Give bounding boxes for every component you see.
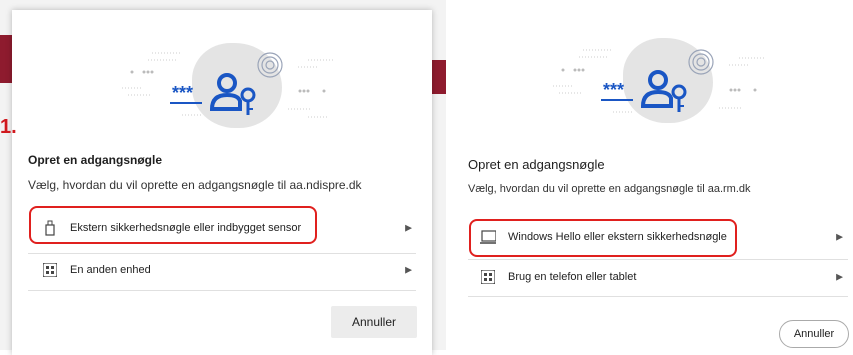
option-phone-or-tablet[interactable]: Brug en telefon eller tablet ▶ [480, 267, 843, 287]
qr-code-icon [42, 262, 58, 278]
step-number: 1. [0, 116, 17, 138]
passkey-dialog-left: *** Opret en adgangsnøgle Vælg, hvordan … [12, 10, 432, 355]
highlight-box [469, 219, 737, 257]
svg-text:***: *** [172, 83, 193, 103]
chevron-right-icon: ▶ [836, 271, 843, 282]
divider [28, 290, 416, 291]
passkey-dialog-right: *** Opret en adgangsnøgle Vælg, hvordan … [453, 0, 853, 350]
divider [468, 296, 848, 297]
chevron-right-icon: ▶ [405, 222, 412, 233]
chevron-right-icon: ▶ [405, 264, 412, 275]
passkey-illustration: *** [112, 35, 352, 135]
svg-text:***: *** [603, 80, 624, 100]
chevron-right-icon: ▶ [836, 231, 843, 242]
background-header-strip-right [432, 60, 446, 94]
cancel-button[interactable]: Annuller [779, 320, 849, 348]
passkey-illustration: *** [543, 30, 783, 130]
divider [28, 253, 416, 254]
highlight-box [29, 206, 317, 244]
dialog-subtitle: Vælg, hvordan du vil oprette en adgangsn… [468, 183, 751, 195]
option-label: Brug en telefon eller tablet [508, 271, 637, 283]
option-label: En anden enhed [70, 264, 151, 276]
dialog-title: Opret en adgangsnøgle [28, 153, 163, 167]
background-header-strip [0, 35, 12, 83]
option-other-device[interactable]: En anden enhed ▶ [42, 260, 412, 280]
qr-code-icon [480, 269, 496, 285]
cancel-button[interactable]: Annuller [331, 306, 417, 338]
dialog-title: Opret en adgangsnøgle [468, 157, 605, 172]
dialog-subtitle: Vælg, hvordan du vil oprette en adgangsn… [28, 178, 362, 192]
divider [468, 259, 848, 260]
